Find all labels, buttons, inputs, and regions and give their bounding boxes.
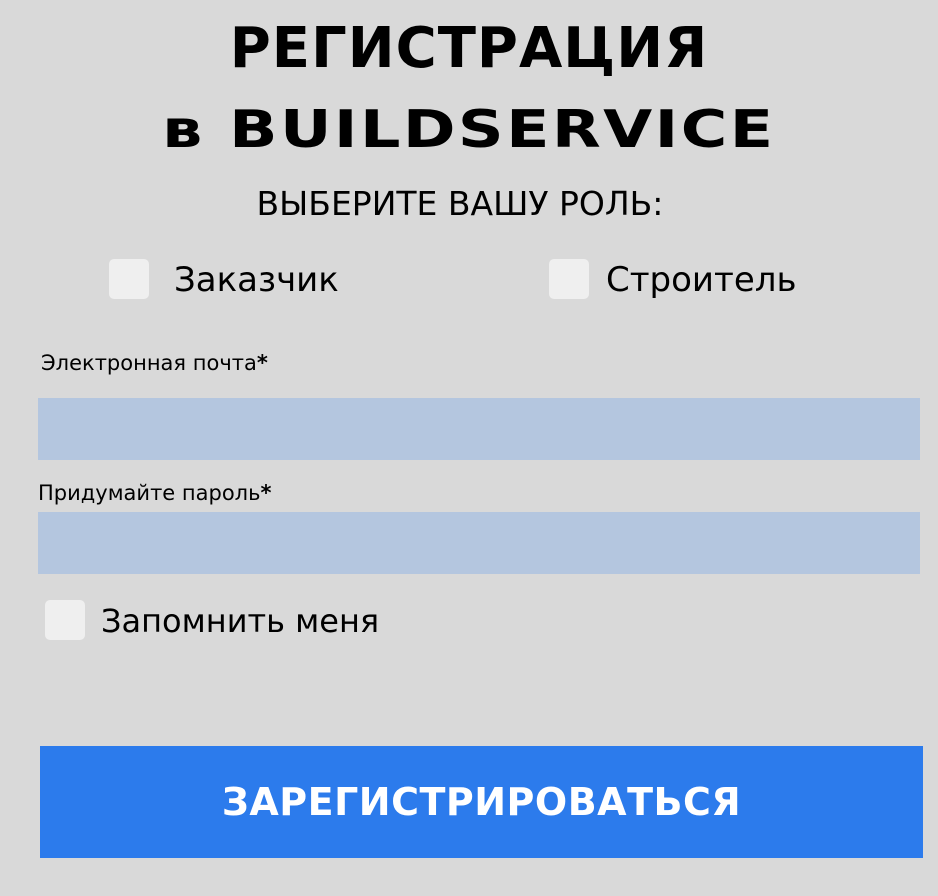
email-field[interactable] (38, 398, 920, 460)
page-title-line-2: в BUILDSERVICE (162, 100, 776, 160)
required-mark: * (260, 481, 272, 505)
email-label-text: Электронная почта (41, 351, 257, 375)
password-label-text: Придумайте пароль (38, 481, 261, 505)
role-builder-label[interactable]: Строитель (606, 260, 797, 300)
password-field[interactable] (38, 512, 920, 574)
role-prompt: ВЫБЕРИТЕ ВАШУ РОЛЬ: (256, 184, 664, 223)
role-customer-label[interactable]: Заказчик (174, 260, 339, 300)
page-title-line-1: РЕГИСТРАЦИЯ (229, 16, 709, 81)
role-builder-checkbox[interactable] (549, 259, 589, 299)
required-mark: * (256, 351, 268, 375)
email-field-label: Электронная почта* (41, 350, 268, 376)
remember-me-label[interactable]: Запомнить меня (101, 601, 379, 641)
password-field-label: Придумайте пароль* (38, 480, 271, 506)
role-customer-checkbox[interactable] (109, 259, 149, 299)
register-button[interactable]: ЗАРЕГИСТРИРОВАТЬСЯ (40, 746, 923, 858)
remember-me-checkbox[interactable] (45, 600, 85, 640)
